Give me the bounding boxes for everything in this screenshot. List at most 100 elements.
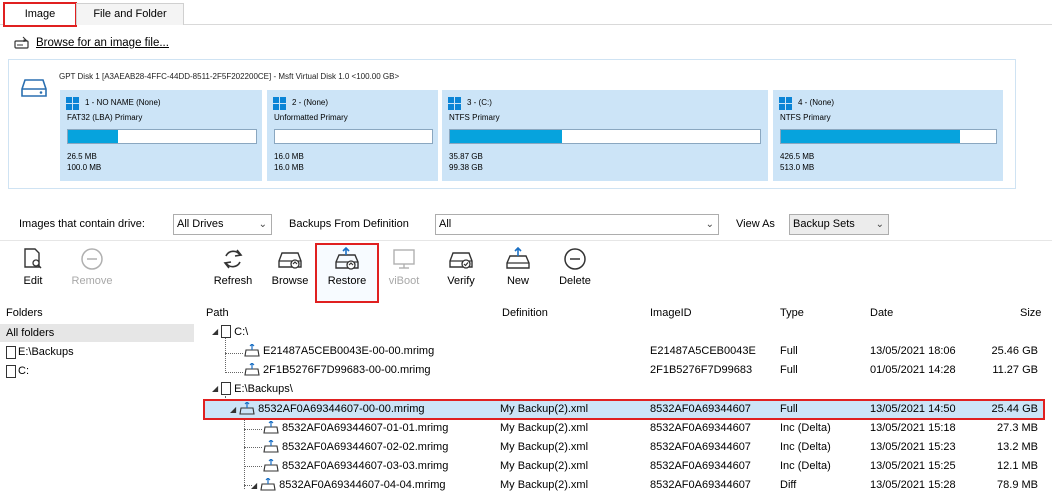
browse-file-icon	[14, 36, 29, 49]
browse-button[interactable]: Browse	[265, 245, 315, 299]
partition-type: NTFS Primary	[449, 113, 500, 122]
row-size: 11.27 GB	[992, 364, 1038, 376]
partition-2[interactable]: 2 - (None) Unformatted Primary 16.0 MB 1…	[267, 90, 438, 181]
browse-label: Browse for an image file...	[36, 37, 169, 49]
row-size: 25.46 GB	[991, 345, 1038, 357]
browse-image-icon	[278, 252, 302, 269]
refresh-icon	[223, 249, 243, 269]
column-date[interactable]: Date	[870, 303, 893, 323]
row-imageid: 2F1B5276F7D99683	[650, 364, 753, 376]
expand-triangle-icon[interactable]: ◢	[251, 481, 257, 490]
partition-name: 3 - (C:)	[467, 98, 492, 107]
column-path[interactable]: Path	[206, 303, 229, 323]
expand-triangle-icon[interactable]: ◢	[212, 327, 218, 336]
folder-label: C:	[18, 365, 29, 377]
row-date: 13/05/2021 18:06	[870, 345, 956, 357]
expand-triangle-icon[interactable]: ◢	[212, 384, 218, 393]
restore-icon	[335, 247, 359, 270]
delete-label: Delete	[559, 275, 591, 287]
row-path: 8532AF0A69344607-04-04.mrimg	[279, 479, 446, 491]
row-definition: My Backup(2).xml	[500, 403, 589, 415]
row-date: 13/05/2021 15:28	[870, 479, 956, 491]
viboot-monitor-icon	[393, 249, 415, 269]
windows-icon	[273, 97, 286, 110]
browse-image-file-link[interactable]: Browse for an image file...	[14, 35, 169, 51]
row-size: 25.44 GB	[991, 403, 1038, 415]
folder-label: E:\Backups	[18, 346, 74, 358]
image-file-icon	[244, 363, 260, 376]
partition-3[interactable]: 3 - (C:) NTFS Primary 35.87 GB 99.38 GB	[442, 90, 768, 181]
select-value: All Drives	[177, 218, 224, 230]
new-image-icon	[506, 247, 530, 269]
column-definition[interactable]: Definition	[502, 303, 548, 323]
usage-fill	[781, 130, 960, 143]
partition-name: 2 - (None)	[292, 98, 329, 107]
folder-item-e-backups[interactable]: E:\Backups	[6, 343, 74, 361]
definition-select[interactable]: All ⌄	[435, 214, 719, 235]
partition-usage-bar	[449, 129, 761, 144]
partition-usage-bar	[274, 129, 433, 144]
folder-item-c[interactable]: C:	[6, 362, 29, 380]
image-file-icon	[263, 421, 279, 434]
row-date: 13/05/2021 14:50	[870, 403, 956, 415]
verify-button[interactable]: Verify	[436, 245, 486, 299]
view-as-select[interactable]: Backup Sets ⌄	[789, 214, 889, 235]
row-definition: My Backup(2).xml	[500, 422, 589, 434]
row-type: Full	[780, 364, 798, 376]
hard-disk-icon	[21, 79, 47, 97]
usage-fill	[68, 130, 118, 143]
group-row-c[interactable]: ◢ C:\	[200, 323, 1052, 342]
delete-button[interactable]: Delete	[550, 245, 600, 299]
table-row[interactable]: 8532AF0A69344607-01-01.mrimg My Backup(2…	[200, 419, 1052, 438]
partition-used: 26.5 MB	[67, 152, 97, 161]
folder-page-icon	[6, 364, 16, 378]
partition-1[interactable]: 1 - NO NAME (None) FAT32 (LBA) Primary 2…	[60, 90, 262, 181]
row-type: Inc (Delta)	[780, 460, 831, 472]
partition-used: 35.87 GB	[449, 152, 483, 161]
folders-header: Folders	[6, 307, 43, 319]
refresh-button[interactable]: Refresh	[208, 245, 258, 299]
table-row[interactable]: E21487A5CEB0043E-00-00.mrimg E21487A5CEB…	[200, 342, 1052, 361]
folder-all[interactable]: All folders	[0, 324, 194, 342]
viboot-button[interactable]: viBoot	[379, 245, 429, 299]
column-size[interactable]: Size	[1020, 303, 1041, 323]
remove-label: Remove	[71, 275, 113, 287]
windows-icon	[448, 97, 461, 110]
new-button[interactable]: New	[493, 245, 543, 299]
table-row-selected[interactable]: ◢ 8532AF0A69344607-00-00.mrimg My Backup…	[203, 399, 1045, 420]
partition-4[interactable]: 4 - (None) NTFS Primary 426.5 MB 513.0 M…	[773, 90, 1003, 181]
table-row[interactable]: 2F1B5276F7D99683-00-00.mrimg 2F1B5276F7D…	[200, 361, 1052, 380]
restore-button[interactable]: Restore	[315, 243, 379, 303]
row-size: 78.9 MB	[997, 479, 1038, 491]
row-imageid: 8532AF0A69344607	[650, 441, 751, 453]
remove-button[interactable]: Remove	[67, 245, 117, 299]
row-type: Inc (Delta)	[780, 441, 831, 453]
definition-label: Backups From Definition	[289, 218, 409, 230]
partition-total: 513.0 MB	[780, 163, 815, 172]
column-imageid[interactable]: ImageID	[650, 303, 692, 323]
row-size: 27.3 MB	[997, 422, 1038, 434]
drive-page-icon	[221, 382, 232, 395]
group-row-e-backups[interactable]: ◢ E:\Backups\	[200, 380, 1052, 399]
image-file-icon	[263, 459, 279, 472]
filter-bar: Images that contain drive: All Drives ⌄ B…	[0, 212, 1052, 237]
edit-button[interactable]: Edit	[8, 245, 58, 299]
select-value: Backup Sets	[793, 218, 855, 230]
table-row[interactable]: 8532AF0A69344607-03-03.mrimg My Backup(2…	[200, 457, 1052, 476]
partition-name: 4 - (None)	[798, 98, 835, 107]
row-type: Full	[780, 403, 798, 415]
row-size: 12.1 MB	[997, 460, 1038, 472]
contain-drive-select[interactable]: All Drives ⌄	[173, 214, 272, 235]
row-path: 8532AF0A69344607-02-02.mrimg	[282, 441, 449, 453]
tab-file-and-folder[interactable]: File and Folder	[76, 3, 184, 25]
expand-triangle-icon[interactable]: ◢	[230, 405, 236, 414]
row-imageid: E21487A5CEB0043E	[650, 345, 756, 357]
contain-drive-label: Images that contain drive:	[19, 218, 145, 230]
table-row[interactable]: ◢ 8532AF0A69344607-04-04.mrimg My Backup…	[200, 476, 1052, 495]
usage-fill	[450, 130, 562, 143]
column-type[interactable]: Type	[780, 303, 804, 323]
tab-image[interactable]: Image	[3, 2, 77, 27]
viboot-label: viBoot	[388, 275, 420, 287]
images-list: Path Definition ImageID Type Date Size ◢…	[200, 303, 1052, 496]
table-row[interactable]: 8532AF0A69344607-02-02.mrimg My Backup(2…	[200, 438, 1052, 457]
